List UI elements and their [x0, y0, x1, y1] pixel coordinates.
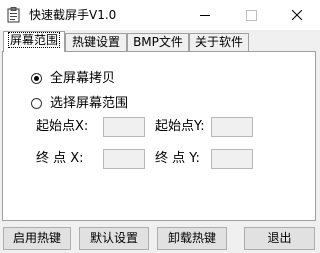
- unload-hotkey-button[interactable]: 卸载热键: [157, 227, 227, 250]
- select-range-label: 选择屏幕范围: [50, 96, 129, 111]
- end-x-field[interactable]: [103, 149, 145, 169]
- end-y-field[interactable]: [211, 149, 253, 169]
- tab-about[interactable]: 关于软件: [189, 33, 249, 51]
- enable-hotkey-button[interactable]: 启用热键: [3, 227, 71, 250]
- close-icon: [292, 10, 302, 20]
- start-x-label: 起始点X:: [36, 119, 89, 134]
- window-title: 快速截屏手V1.0: [29, 8, 117, 22]
- tab-label: 屏幕范围: [7, 32, 60, 48]
- paste-clipboard-icon: [7, 7, 21, 23]
- minimize-button[interactable]: [182, 0, 228, 30]
- fullscreen-copy-label: 全屏幕拷贝: [50, 71, 116, 86]
- select-range-radio[interactable]: [31, 98, 42, 109]
- start-x-field[interactable]: [103, 117, 145, 137]
- tab-hotkey-settings[interactable]: 热键设置: [65, 33, 127, 51]
- end-x-label: 终 点 X:: [36, 151, 84, 166]
- default-settings-button[interactable]: 默认设置: [79, 227, 149, 250]
- start-y-label: 起始点Y:: [155, 119, 205, 134]
- app-window: 快速截屏手V1.0 屏幕范围 热键设置 BMP文件 关于软件 全屏幕拷贝 选择屏…: [0, 0, 320, 253]
- tab-label: 热键设置: [71, 35, 120, 49]
- tab-label: 关于软件: [194, 35, 243, 49]
- tab-screen-range[interactable]: 屏幕范围: [3, 31, 65, 52]
- screen-range-panel: 全屏幕拷贝 选择屏幕范围 起始点X: 起始点Y: 终 点 X: 终 点 Y:: [2, 51, 316, 221]
- tab-label: BMP文件: [133, 35, 183, 49]
- end-y-label: 终 点 Y:: [155, 151, 200, 166]
- title-bar: 快速截屏手V1.0: [0, 0, 320, 30]
- tab-bmp-file[interactable]: BMP文件: [127, 33, 189, 51]
- maximize-button[interactable]: [228, 0, 274, 30]
- fullscreen-copy-radio[interactable]: [31, 73, 42, 84]
- exit-button[interactable]: 退出: [244, 227, 315, 250]
- tab-strip: 屏幕范围 热键设置 BMP文件 关于软件: [0, 30, 320, 52]
- start-y-field[interactable]: [211, 117, 253, 137]
- close-button[interactable]: [274, 0, 320, 30]
